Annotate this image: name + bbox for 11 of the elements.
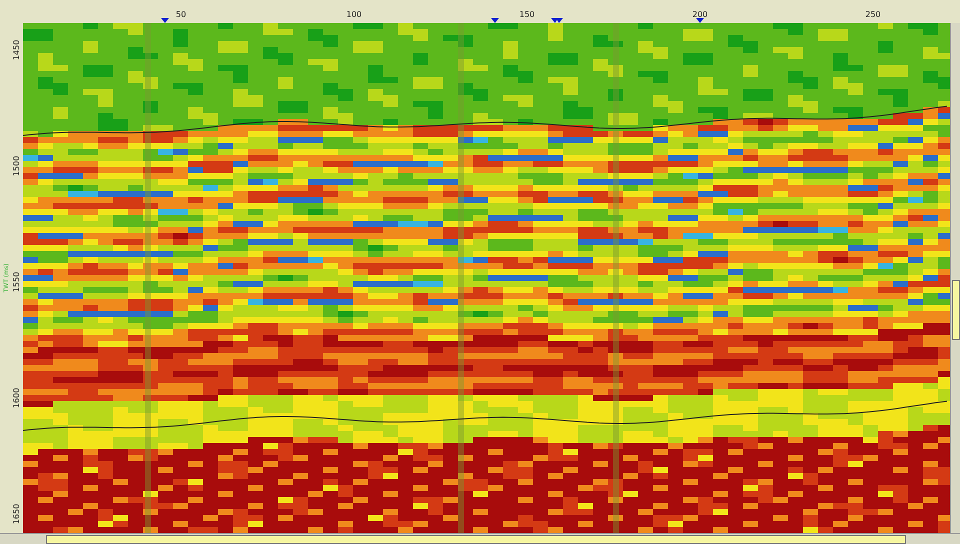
y-axis-tick-label: 1450 <box>12 40 21 60</box>
x-axis-tick-label: 100 <box>346 10 362 19</box>
x-axis-tick-label: 200 <box>692 10 708 19</box>
y-axis-tick-label: 1500 <box>12 156 21 176</box>
x-axis-tick-label: 50 <box>176 10 186 19</box>
y-axis-tick-label: 1550 <box>12 272 21 292</box>
y-axis-tick-label: 1650 <box>12 504 21 524</box>
x-axis-tick-label: 150 <box>519 10 535 19</box>
y-axis-tick-label: 1600 <box>12 388 21 408</box>
x-axis-tick-label: 250 <box>865 10 881 19</box>
well-marker-icon <box>696 18 704 23</box>
